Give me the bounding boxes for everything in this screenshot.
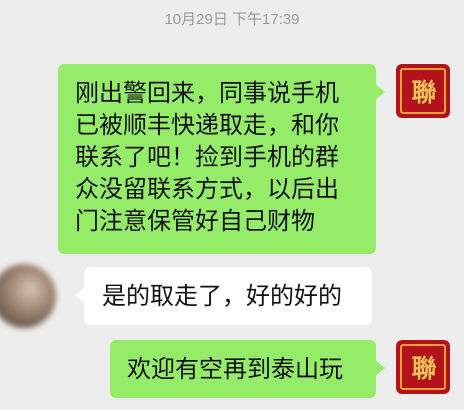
message-text: 是的取走了，好的好的 xyxy=(102,282,342,310)
seal-frame: 聯 xyxy=(400,68,446,114)
message-timestamp: 10月29日 下午17:39 xyxy=(164,11,300,28)
seal-glyph: 聯 xyxy=(411,354,436,383)
contact-avatar[interactable] xyxy=(0,264,56,328)
sent-message-bubble[interactable]: 欢迎有空再到泰山玩 xyxy=(110,340,385,398)
message-text: 欢迎有空再到泰山玩 xyxy=(127,355,343,383)
seal-frame: 聯 xyxy=(400,344,446,390)
sender-avatar[interactable]: 聯 xyxy=(396,340,450,394)
sender-avatar[interactable]: 聯 xyxy=(396,64,450,118)
message-text: 刚出警回来，同事说手机已被顺丰快递取走，和你联系了吧！捡到手机的群众没留联系方式… xyxy=(75,79,339,235)
received-message-bubble[interactable]: 是的取走了，好的好的 xyxy=(75,267,372,325)
sent-message-bubble[interactable]: 刚出警回来，同事说手机已被顺丰快递取走，和你联系了吧！捡到手机的群众没留联系方式… xyxy=(58,64,385,254)
seal-glyph: 聯 xyxy=(411,78,436,107)
